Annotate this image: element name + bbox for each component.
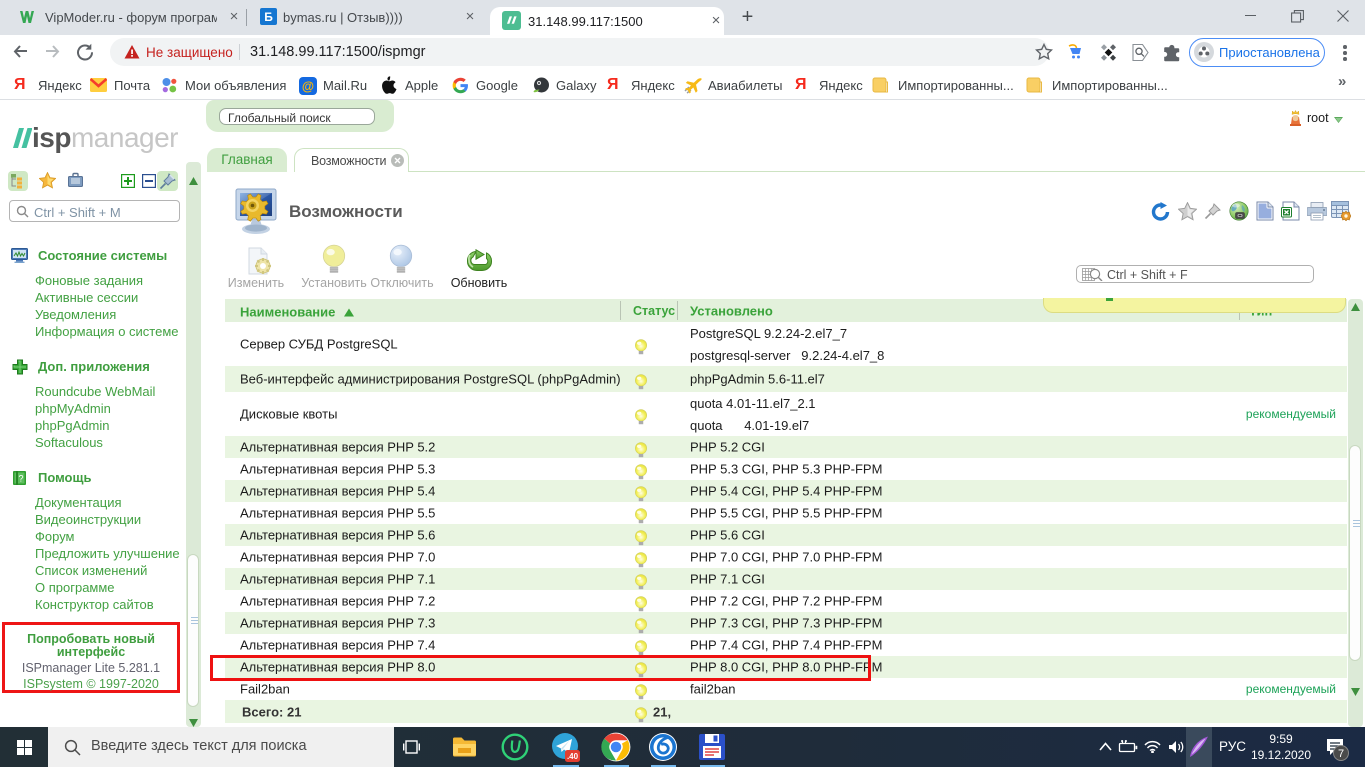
svg-text:@: @ — [302, 80, 314, 94]
svg-text:Б: Б — [264, 10, 273, 24]
svg-text:?: ? — [18, 474, 23, 484]
svg-text:.40: .40 — [567, 752, 579, 761]
